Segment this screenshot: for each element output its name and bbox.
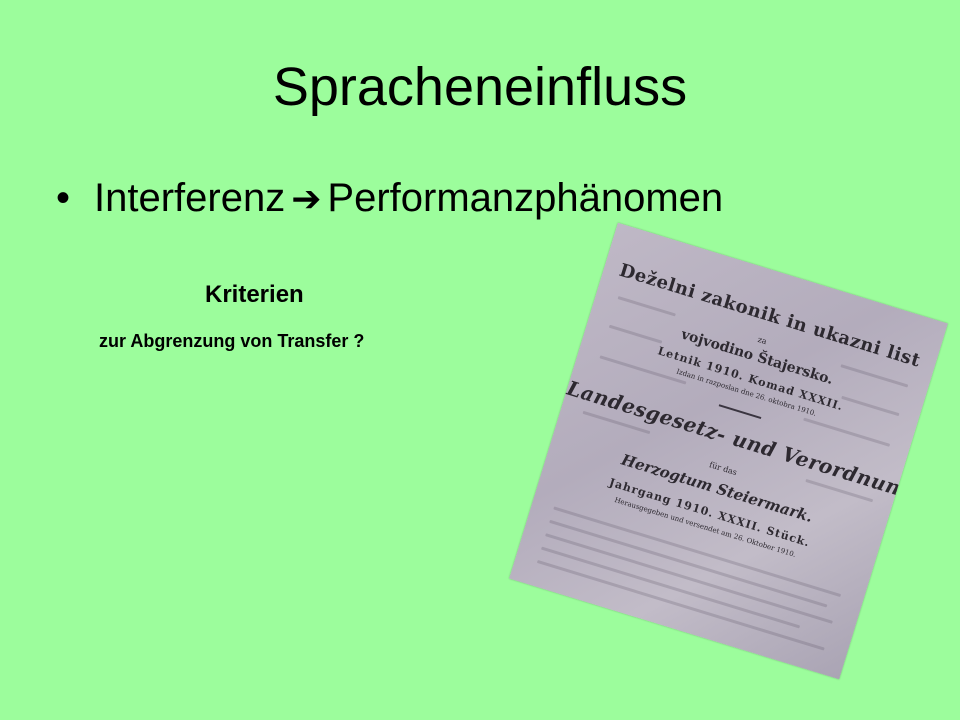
bullet-right-text: Performanzphänomen <box>327 176 724 220</box>
document-photo: Deželni zakonik in ukazni list za vojvod… <box>509 222 948 680</box>
slide-title: Spracheneinfluss <box>272 57 688 117</box>
slide: Spracheneinfluss • Interferenz ➔ Performanz… <box>0 0 960 720</box>
bullet-item: • Interferenz ➔ Performanzphänomen <box>56 176 723 220</box>
criteria-heading: Kriterien <box>205 281 304 308</box>
bullet-left-text: Interferenz <box>94 176 286 220</box>
criteria-subtext: zur Abgrenzung von Transfer ? <box>99 331 365 351</box>
right-arrow-icon: ➔ <box>291 179 322 220</box>
document-divider <box>718 404 762 420</box>
bullet-marker: • <box>56 176 71 220</box>
